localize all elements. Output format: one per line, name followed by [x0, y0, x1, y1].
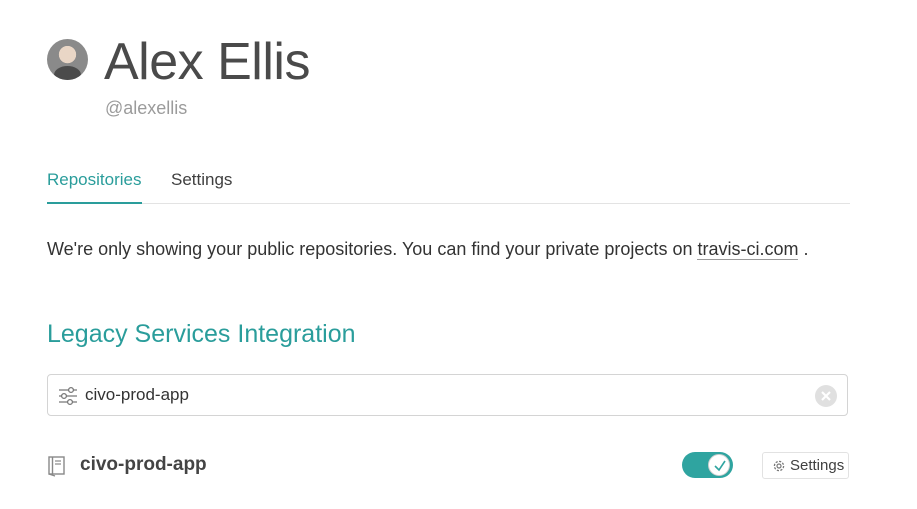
profile-header: Alex Ellis @alexellis: [47, 22, 867, 132]
check-icon: [714, 460, 726, 472]
toggle-knob: [708, 454, 730, 476]
tab-bar: Repositories Settings: [47, 166, 850, 204]
sliders-icon: [58, 386, 78, 406]
avatar: [47, 39, 88, 80]
travis-ci-com-link[interactable]: travis-ci.com: [697, 239, 799, 260]
tab-settings[interactable]: Settings: [171, 166, 232, 204]
repository-filter: [47, 374, 848, 416]
search-input[interactable]: [85, 381, 805, 409]
repo-icon: [47, 455, 67, 477]
repo-enable-toggle[interactable]: [682, 452, 733, 478]
profile-handle: @alexellis: [105, 98, 188, 118]
repo-settings-label: Settings: [790, 457, 845, 474]
clear-icon: [821, 391, 831, 401]
gear-icon: [773, 460, 785, 472]
tab-repositories[interactable]: Repositories: [47, 166, 142, 204]
repository-row: civo-prod-app Settings: [47, 446, 850, 486]
repo-name[interactable]: civo-prod-app: [80, 452, 207, 478]
repo-settings-button[interactable]: Settings: [762, 452, 849, 479]
notice-text: We're only showing your public repositor…: [47, 239, 698, 259]
profile-name: Alex Ellis: [104, 33, 310, 91]
section-title: Legacy Services Integration: [47, 320, 356, 348]
notice-text-end: .: [798, 239, 809, 259]
public-repos-notice: We're only showing your public repositor…: [47, 236, 809, 262]
clear-search-button[interactable]: [815, 385, 837, 407]
